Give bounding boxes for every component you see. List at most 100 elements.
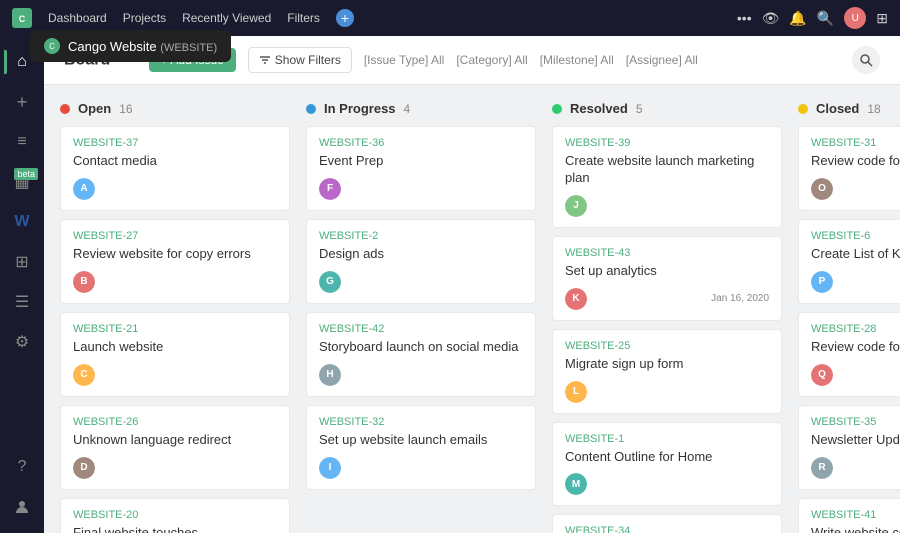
cards-list-open: WEBSITE-37Contact mediaAWEBSITE-27Review… — [60, 126, 290, 533]
avatar-menu[interactable]: U — [844, 7, 866, 29]
table-row[interactable]: WEBSITE-26Unknown language redirectD — [60, 405, 290, 490]
board-search-button[interactable] — [852, 46, 880, 74]
avatar: J — [565, 195, 587, 217]
card-footer: I — [319, 457, 523, 479]
table-row[interactable]: WEBSITE-34Improve performanceN — [552, 514, 782, 533]
card-id: WEBSITE-39 — [565, 137, 769, 149]
card-title: Contact media — [73, 153, 277, 170]
eye-icon[interactable]: 👁 — [762, 10, 780, 27]
sidebar-item-help[interactable]: ? — [4, 449, 40, 485]
apps-grid-icon[interactable]: ⊞ — [876, 10, 888, 27]
left-sidebar: ⌂ + ≡ beta ▦ W ⊞ ☰ ⚙ ? — [0, 36, 44, 533]
card-footer: B — [73, 271, 277, 293]
nav-projects[interactable]: Projects — [123, 11, 166, 25]
table-row[interactable]: WEBSITE-31Review code for blogO — [798, 126, 900, 211]
table-row[interactable]: WEBSITE-21Launch websiteC — [60, 312, 290, 397]
table-row[interactable]: WEBSITE-43Set up analyticsKJan 16, 2020 — [552, 236, 782, 321]
app-logo[interactable]: C — [12, 8, 32, 28]
card-footer: R — [811, 457, 900, 479]
more-options-icon[interactable]: ••• — [737, 10, 752, 26]
card-id: WEBSITE-28 — [811, 323, 900, 335]
sidebar-item-grid[interactable]: ⊞ — [4, 244, 40, 280]
card-title: Create List of Keywords for Web — [811, 246, 900, 263]
table-row[interactable]: WEBSITE-41Write website copyS — [798, 498, 900, 533]
sidebar-item-documents[interactable]: ≡ — [4, 124, 40, 160]
add-new-button[interactable]: + — [336, 9, 354, 27]
card-id: WEBSITE-21 — [73, 323, 277, 335]
column-in_progress: In Progress4WEBSITE-36Event PrepFWEBSITE… — [306, 101, 536, 517]
card-date: Jan 16, 2020 — [711, 293, 769, 304]
table-row[interactable]: WEBSITE-39Create website launch marketin… — [552, 126, 782, 228]
avatar: F — [319, 178, 341, 200]
svg-text:C: C — [19, 14, 26, 24]
column-title-in_progress: In Progress — [324, 101, 396, 116]
table-row[interactable]: WEBSITE-2Design adsG — [306, 219, 536, 304]
table-row[interactable]: WEBSITE-37Contact mediaA — [60, 126, 290, 211]
column-title-open: Open — [78, 101, 111, 116]
sidebar-item-list[interactable]: ☰ — [4, 284, 40, 320]
card-id: WEBSITE-34 — [565, 525, 769, 533]
avatar: L — [565, 381, 587, 403]
card-title: Set up website launch emails — [319, 432, 523, 449]
filter-assignee[interactable]: [Assignee] All — [626, 53, 698, 67]
card-id: WEBSITE-42 — [319, 323, 523, 335]
filter-issue-type[interactable]: [Issue Type] All — [364, 53, 445, 67]
card-footer: M — [565, 473, 769, 495]
table-row[interactable]: WEBSITE-36Event PrepF — [306, 126, 536, 211]
avatar: C — [73, 364, 95, 386]
search-icon[interactable]: 🔍 — [817, 10, 834, 27]
nav-dashboard[interactable]: Dashboard — [48, 11, 107, 25]
column-count-open: 16 — [119, 102, 132, 116]
card-footer: F — [319, 178, 523, 200]
filter-category[interactable]: [Category] All — [456, 53, 527, 67]
cards-list-closed: WEBSITE-31Review code for blogOWEBSITE-6… — [798, 126, 900, 533]
table-row[interactable]: WEBSITE-6 Create List of Keywords for Web… — [798, 219, 900, 304]
tooltip-dot: C — [44, 38, 60, 54]
table-row[interactable]: WEBSITE-28Review code for teams pageQ — [798, 312, 900, 397]
sidebar-item-user[interactable] — [4, 489, 40, 525]
project-tooltip: C Cango Website (WEBSITE) — [30, 30, 231, 62]
card-id: WEBSITE-20 — [73, 509, 277, 521]
table-row[interactable]: WEBSITE-27Review website for copy errors… — [60, 219, 290, 304]
sidebar-item-add[interactable]: + — [4, 84, 40, 120]
card-title: Set up analytics — [565, 263, 769, 280]
table-row[interactable]: WEBSITE-1Content Outline for HomeM — [552, 422, 782, 507]
card-id: WEBSITE-41 — [811, 509, 900, 521]
table-row[interactable]: WEBSITE-20Final website touchesE — [60, 498, 290, 533]
avatar: Q — [811, 364, 833, 386]
card-footer: KJan 16, 2020 — [565, 288, 769, 310]
cards-list-resolved: WEBSITE-39Create website launch marketin… — [552, 126, 782, 533]
card-id: WEBSITE-2 — [319, 230, 523, 242]
card-title: Write website copy — [811, 525, 900, 533]
filter-milestone[interactable]: [Milestone] All — [540, 53, 614, 67]
nav-filters[interactable]: Filters — [287, 11, 320, 25]
card-id: WEBSITE-6 — [811, 230, 900, 242]
column-header-resolved: Resolved5 — [552, 101, 782, 126]
card-footer: Q — [811, 364, 900, 386]
card-title: Final website touches — [73, 525, 277, 533]
main-content: Boardbeta + Add Issue Show Filters [Issu… — [44, 36, 900, 533]
column-header-open: Open 16 — [60, 101, 290, 126]
avatar: D — [73, 457, 95, 479]
table-row[interactable]: WEBSITE-25Migrate sign up formL — [552, 329, 782, 414]
card-title: Newsletter Update — [811, 432, 900, 449]
show-filters-label: Show Filters — [275, 53, 341, 67]
card-id: WEBSITE-31 — [811, 137, 900, 149]
avatar: G — [319, 271, 341, 293]
bell-icon[interactable]: 🔔 — [789, 10, 806, 27]
top-navigation: C Dashboard Projects Recently Viewed Fil… — [0, 0, 900, 36]
sidebar-item-settings[interactable]: ⚙ — [4, 324, 40, 360]
tooltip-content: Cango Website (WEBSITE) — [68, 39, 217, 54]
nav-recently-viewed[interactable]: Recently Viewed — [182, 11, 271, 25]
avatar: P — [811, 271, 833, 293]
show-filters-button[interactable]: Show Filters — [248, 47, 352, 73]
column-header-in_progress: In Progress4 — [306, 101, 536, 126]
card-footer: J — [565, 195, 769, 217]
table-row[interactable]: WEBSITE-32Set up website launch emailsI — [306, 405, 536, 490]
table-row[interactable]: WEBSITE-35Newsletter UpdateR — [798, 405, 900, 490]
sidebar-item-word[interactable]: W — [4, 204, 40, 240]
table-row[interactable]: WEBSITE-42Storyboard launch on social me… — [306, 312, 536, 397]
nav-right-actions: ••• 👁 🔔 🔍 U ⊞ — [737, 7, 888, 29]
card-id: WEBSITE-27 — [73, 230, 277, 242]
sidebar-item-board[interactable]: beta ▦ — [4, 164, 40, 200]
